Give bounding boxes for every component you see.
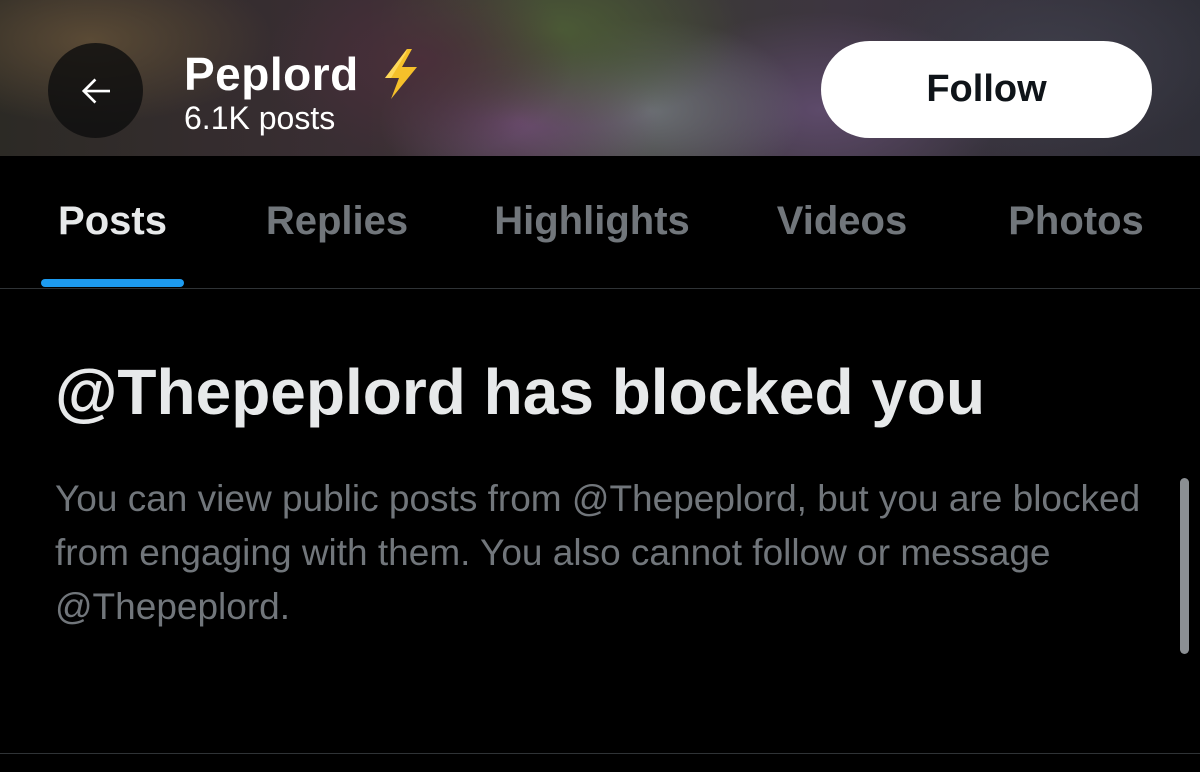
blocked-description: You can view public posts from @Thepeplo… [55, 478, 1141, 627]
tab-photos[interactable]: Photos [990, 156, 1162, 288]
tab-posts[interactable]: Posts [40, 156, 185, 288]
blocked-heading: @Thepeplord has blocked you [55, 356, 986, 428]
profile-header-banner: Peplord 6.1K posts Follow [0, 0, 1200, 156]
back-button[interactable] [48, 43, 143, 138]
arrow-left-icon [81, 78, 110, 103]
active-tab-indicator [41, 279, 184, 287]
profile-title-block: Peplord 6.1K posts [184, 48, 423, 136]
tab-videos[interactable]: Videos [757, 156, 927, 288]
lightning-bolt-icon [384, 49, 417, 99]
profile-page: Peplord 6.1K posts Follow Posts Replies … [0, 0, 1200, 772]
scrollbar[interactable] [1180, 478, 1189, 654]
tab-highlights[interactable]: Highlights [472, 156, 712, 288]
profile-tabs: Posts Replies Highlights Videos Photos [0, 156, 1200, 289]
profile-name: Peplord [184, 48, 359, 100]
divider [0, 753, 1200, 754]
profile-name-row: Peplord [184, 48, 423, 100]
posts-count: 6.1K posts [184, 100, 336, 136]
follow-button[interactable]: Follow [821, 41, 1152, 138]
tab-replies[interactable]: Replies [247, 156, 427, 288]
